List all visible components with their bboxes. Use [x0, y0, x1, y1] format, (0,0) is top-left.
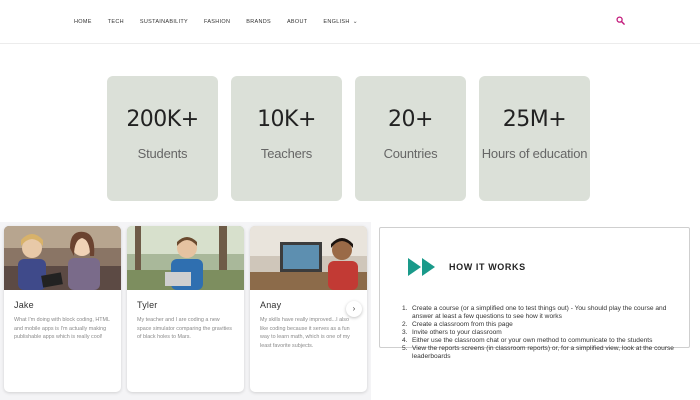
- nav-item-fashion[interactable]: FASHION: [204, 19, 230, 25]
- nav-item-sustainability[interactable]: SUSTAINABILITY: [140, 19, 188, 25]
- nav-item-brands[interactable]: BRANDS: [246, 19, 271, 25]
- stat-label: Countries: [383, 146, 438, 161]
- testimonial-quote: What I'm doing with block coding, HTML a…: [14, 317, 110, 340]
- step-item: Either use the classroom chat or your ow…: [402, 337, 686, 345]
- nav-item-home[interactable]: HOME: [74, 19, 92, 25]
- stat-card-countries: 20+ Countries: [355, 76, 466, 201]
- step-item: Invite others to your classroom: [402, 329, 686, 337]
- testimonial-name: Tyler: [137, 300, 158, 310]
- step-item: View the reports screens (in classroom r…: [402, 345, 686, 361]
- testimonial-quote: My teacher and I are coding a new space …: [137, 317, 232, 340]
- testimonial-name: Jake: [14, 300, 34, 310]
- language-label: ENGLISH: [323, 18, 350, 25]
- language-selector[interactable]: ENGLISH ⌄: [323, 18, 358, 26]
- chevron-down-icon: ⌄: [352, 19, 358, 25]
- stat-card-teachers: 10K+ Teachers: [231, 76, 342, 201]
- testimonial-card-jake: Jake What I'm doing with block coding, H…: [4, 226, 121, 392]
- stat-card-hours: 25M+ Hours of education: [479, 76, 590, 201]
- fast-forward-icon: [408, 258, 435, 276]
- testimonial-photo: [127, 226, 244, 290]
- stat-value: 25M+: [502, 107, 567, 132]
- chevron-right-icon: ›: [352, 304, 356, 313]
- search-icon[interactable]: [616, 16, 625, 25]
- nav-item-about[interactable]: ABOUT: [287, 19, 307, 25]
- stat-value: 200K+: [126, 107, 199, 132]
- stat-label: Hours of education: [481, 146, 588, 161]
- testimonial-card-tyler: Tyler My teacher and I are coding a new …: [127, 226, 244, 392]
- stat-card-students: 200K+ Students: [107, 76, 218, 201]
- stat-value: 20+: [388, 107, 433, 132]
- stat-value: 10K+: [257, 107, 316, 132]
- stats-row: 200K+ Students 10K+ Teachers 20+ Countri…: [107, 76, 590, 201]
- nav-menu: HOME TECH SUSTAINABILITY FASHION BRANDS …: [74, 18, 358, 26]
- how-it-works-title: HOW IT WORKS: [449, 262, 526, 272]
- stat-label: Students: [137, 146, 188, 161]
- step-item: Create a course (or a simplified one to …: [402, 305, 686, 321]
- testimonial-photo: [4, 226, 121, 290]
- carousel-next-button[interactable]: ›: [346, 301, 362, 317]
- top-navigation: HOME TECH SUSTAINABILITY FASHION BRANDS …: [0, 0, 700, 44]
- testimonial-photo: [250, 226, 367, 290]
- stat-label: Teachers: [260, 146, 313, 161]
- nav-item-tech[interactable]: TECH: [108, 19, 124, 25]
- how-it-works-steps: Create a course (or a simplified one to …: [402, 305, 686, 361]
- step-item: Create a classroom from this page: [402, 321, 686, 329]
